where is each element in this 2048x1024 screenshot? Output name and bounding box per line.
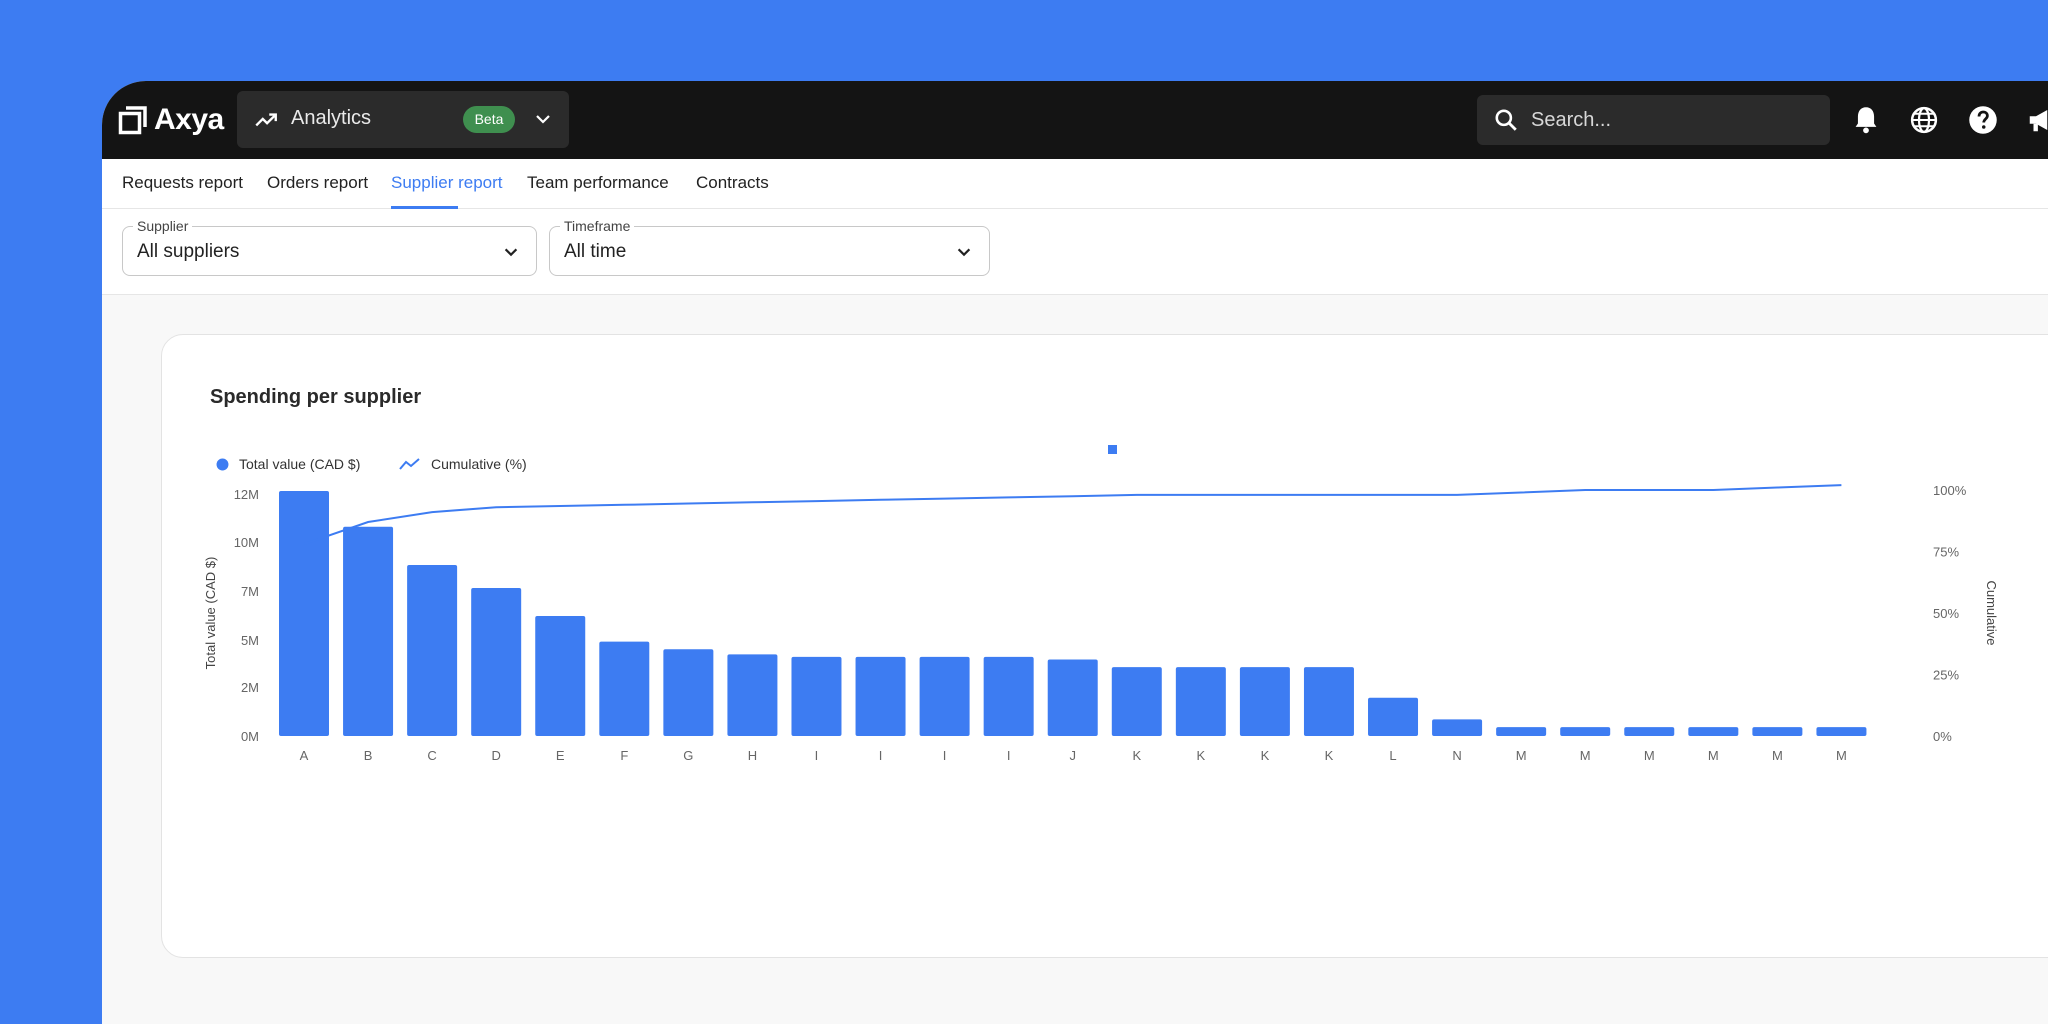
x-tick-label: M (1772, 748, 1783, 763)
chart-bar (1175, 667, 1226, 736)
chart-bar (1688, 727, 1739, 736)
search-input[interactable]: Search... (1531, 109, 1611, 132)
y2-tick-label: 75% (1933, 545, 1959, 560)
y-tick-label: 12M (234, 487, 259, 502)
y-tick-label: 0M (241, 729, 259, 744)
module-switcher[interactable]: Analytics Beta (237, 91, 569, 148)
chart-bar (1111, 667, 1162, 736)
tab-requests-report[interactable]: Requests report (122, 173, 243, 193)
chart-bar (471, 587, 522, 736)
chevron-down-icon (504, 248, 518, 257)
chevron-down-icon (957, 248, 971, 257)
chevron-down-icon (536, 115, 550, 124)
x-tick-label: I (879, 748, 883, 763)
chart-bar (1496, 727, 1547, 736)
help-icon[interactable] (1968, 105, 1998, 135)
chart-bar (1368, 697, 1419, 736)
top-bar: Axya Analytics Beta Search... (102, 81, 2048, 159)
y-axis-title: Total value (CAD $) (203, 557, 218, 670)
timeframe-select[interactable]: Timeframe All time (549, 218, 990, 276)
tab-orders-report[interactable]: Orders report (267, 173, 368, 193)
x-tick-label: H (748, 748, 757, 763)
spending-chart-card: Spending per supplier Total value (CAD $… (161, 334, 2048, 958)
y-tick-label: 5M (241, 633, 259, 648)
y-tick-label: 10M (234, 535, 259, 550)
timeframe-value: All time (564, 241, 627, 262)
x-tick-label: B (364, 748, 373, 763)
x-tick-label: M (1836, 748, 1847, 763)
x-tick-label: C (427, 748, 436, 763)
y2-tick-label: 0% (1933, 729, 1952, 744)
supplier-select[interactable]: Supplier All suppliers (122, 218, 537, 276)
x-tick-label: K (1261, 748, 1270, 763)
chart-marker (1108, 445, 1117, 454)
spending-chart: 0M 2M 5M 7M 10M 12M 0% 25% 50% 75% 100% Total value… (203, 445, 1999, 763)
globe-icon[interactable] (1909, 105, 1939, 135)
chart-bar (599, 641, 650, 736)
y2-axis-title: Cumulative (1984, 580, 1999, 645)
chart-bar (1239, 667, 1290, 736)
module-name: Analytics (291, 107, 372, 129)
chart-bar (1752, 727, 1803, 736)
trending-up-icon (255, 113, 277, 127)
report-tabs: Requests report Orders report Supplier r… (102, 159, 2048, 209)
chart-bar (1432, 719, 1483, 736)
x-tick-label: M (1644, 748, 1655, 763)
search-box[interactable]: Search... (1477, 95, 1830, 145)
chart-bar (1047, 659, 1098, 736)
chart-bar (727, 654, 778, 736)
chart-bar (1560, 727, 1611, 736)
chart-bar (1816, 727, 1867, 736)
x-tick-label: A (300, 748, 309, 763)
search-icon (1495, 109, 1517, 131)
x-tick-label: K (1132, 748, 1141, 763)
y-tick-label: 2M (241, 680, 259, 695)
x-tick-label: I (815, 748, 819, 763)
x-tick-label: F (620, 748, 628, 763)
timeframe-label: Timeframe (560, 218, 635, 234)
x-tick-label: K (1197, 748, 1206, 763)
chart-bar (279, 491, 329, 736)
logo[interactable]: Axya (118, 103, 224, 137)
chart-bar (663, 649, 714, 736)
x-tick-label: M (1580, 748, 1591, 763)
cumulative-line (303, 484, 1842, 546)
y2-tick-label: 100% (1933, 483, 1967, 498)
chart-bar (1303, 667, 1354, 736)
beta-badge: Beta (463, 106, 515, 133)
x-tick-label: J (1069, 748, 1076, 763)
chart-bar (983, 656, 1034, 736)
app-window: Axya Analytics Beta Search... Requests r… (102, 81, 2048, 1024)
chart-bar (535, 616, 586, 736)
chart-bar (407, 565, 458, 736)
chart-bar (919, 656, 970, 736)
chart-bar (1624, 727, 1675, 736)
supplier-label: Supplier (133, 218, 193, 234)
x-tick-label: L (1389, 748, 1396, 763)
tab-team-performance[interactable]: Team performance (527, 173, 669, 193)
megaphone-icon[interactable] (2026, 105, 2048, 135)
chart-bar (855, 656, 906, 736)
x-tick-label: I (943, 748, 947, 763)
supplier-value: All suppliers (137, 241, 240, 262)
x-tick-label: M (1708, 748, 1719, 763)
logo-text: Axya (154, 103, 224, 136)
filters-bar: Supplier All suppliers Timeframe All tim… (102, 209, 2048, 295)
chart-bar (791, 656, 842, 736)
tab-supplier-report[interactable]: Supplier report (391, 173, 503, 193)
bell-icon[interactable] (1852, 105, 1880, 135)
y-tick-label: 7M (241, 584, 259, 599)
tab-contracts[interactable]: Contracts (696, 173, 769, 193)
y2-tick-label: 25% (1933, 668, 1959, 683)
x-tick-label: M (1516, 748, 1527, 763)
x-tick-label: N (1452, 748, 1461, 763)
x-tick-label: I (1007, 748, 1011, 763)
x-tick-label: E (556, 748, 565, 763)
x-tick-label: K (1325, 748, 1334, 763)
x-tick-label: D (491, 748, 500, 763)
x-tick-label: G (683, 748, 693, 763)
chart-bar (343, 526, 394, 736)
y2-tick-label: 50% (1933, 606, 1959, 621)
axya-logo-icon (118, 106, 147, 135)
